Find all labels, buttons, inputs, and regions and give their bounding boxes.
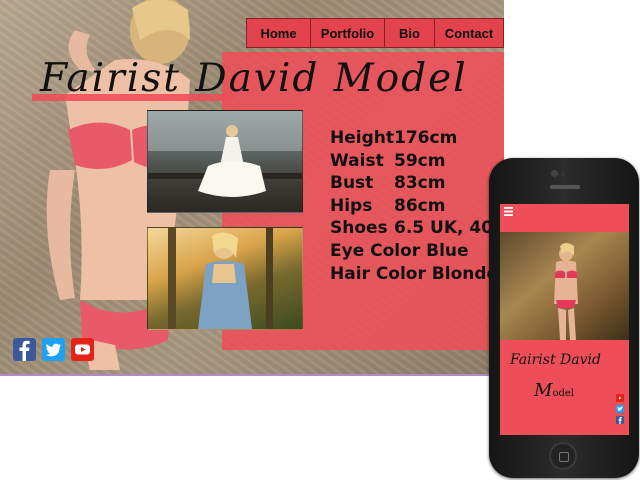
stat-hips-label: Hips (330, 195, 373, 216)
stat-height: Height 176cm (330, 127, 504, 150)
stat-shoes-label: Shoes (330, 218, 388, 239)
youtube-icon[interactable] (71, 338, 94, 361)
stat-bust: Bust 83cm (330, 172, 504, 195)
portfolio-photo-wedding-dress[interactable] (147, 110, 303, 213)
mobile-hero-image (500, 232, 629, 340)
mobile-social-links (616, 394, 624, 424)
stat-waist-value: 59cm (394, 150, 446, 171)
phone-home-button[interactable] (549, 442, 577, 470)
stat-height-label: Height (330, 128, 394, 148)
nav-contact[interactable]: Contact (435, 19, 503, 47)
stat-waist-label: Waist (330, 150, 384, 171)
phone-mockup: Fairist David Model (489, 158, 639, 478)
stat-waist: Waist 59cm (330, 150, 504, 173)
mobile-facebook-icon[interactable] (616, 416, 624, 424)
phone-camera (551, 170, 558, 177)
nav-bio[interactable]: Bio (385, 19, 435, 47)
nav-portfolio[interactable]: Portfolio (311, 19, 385, 47)
portfolio-photo-overalls[interactable] (147, 227, 303, 330)
phone-speaker (550, 185, 580, 189)
stat-hips-value: 86cm (394, 195, 446, 216)
phone-sensor (561, 172, 565, 176)
main-nav: Home Portfolio Bio Contact (246, 18, 504, 48)
mobile-title-line2: Model (534, 380, 574, 401)
phone-screen: Fairist David Model (500, 204, 629, 435)
stat-bust-value: 83cm (394, 173, 446, 194)
desktop-site-preview: Home Portfolio Bio Contact Fairist David… (0, 0, 504, 376)
overalls-figure (168, 228, 273, 329)
mobile-twitter-icon[interactable] (616, 405, 624, 413)
stat-bust-label: Bust (330, 173, 374, 194)
stat-shoes: Shoes 6.5 UK, 40 EU (330, 217, 504, 240)
stat-height-value: 176cm (394, 128, 458, 148)
stat-eye-color: Eye Color Blue (330, 240, 469, 261)
mobile-header (500, 204, 629, 232)
stat-hair-color: Hair Color Blonde (330, 263, 499, 284)
model-stats: Height 176cm Waist 59cm Bust 83cm Hips 8… (330, 127, 504, 285)
facebook-icon[interactable] (13, 338, 36, 361)
stat-hips: Hips 86cm (330, 195, 504, 218)
wedding-dress-figure (148, 111, 302, 197)
mobile-youtube-icon[interactable] (616, 394, 624, 402)
stat-shoes-value: 6.5 UK, 40 EU (394, 218, 504, 239)
mobile-title-line1: Fairist David (510, 352, 601, 368)
site-title: Fairist David Model (40, 56, 468, 101)
nav-home[interactable]: Home (247, 19, 311, 47)
hamburger-menu-icon[interactable] (504, 207, 513, 216)
mobile-title-initial: M (534, 380, 553, 401)
mobile-title-rest: odel (552, 388, 574, 399)
twitter-icon[interactable] (42, 338, 65, 361)
social-links (13, 338, 94, 361)
